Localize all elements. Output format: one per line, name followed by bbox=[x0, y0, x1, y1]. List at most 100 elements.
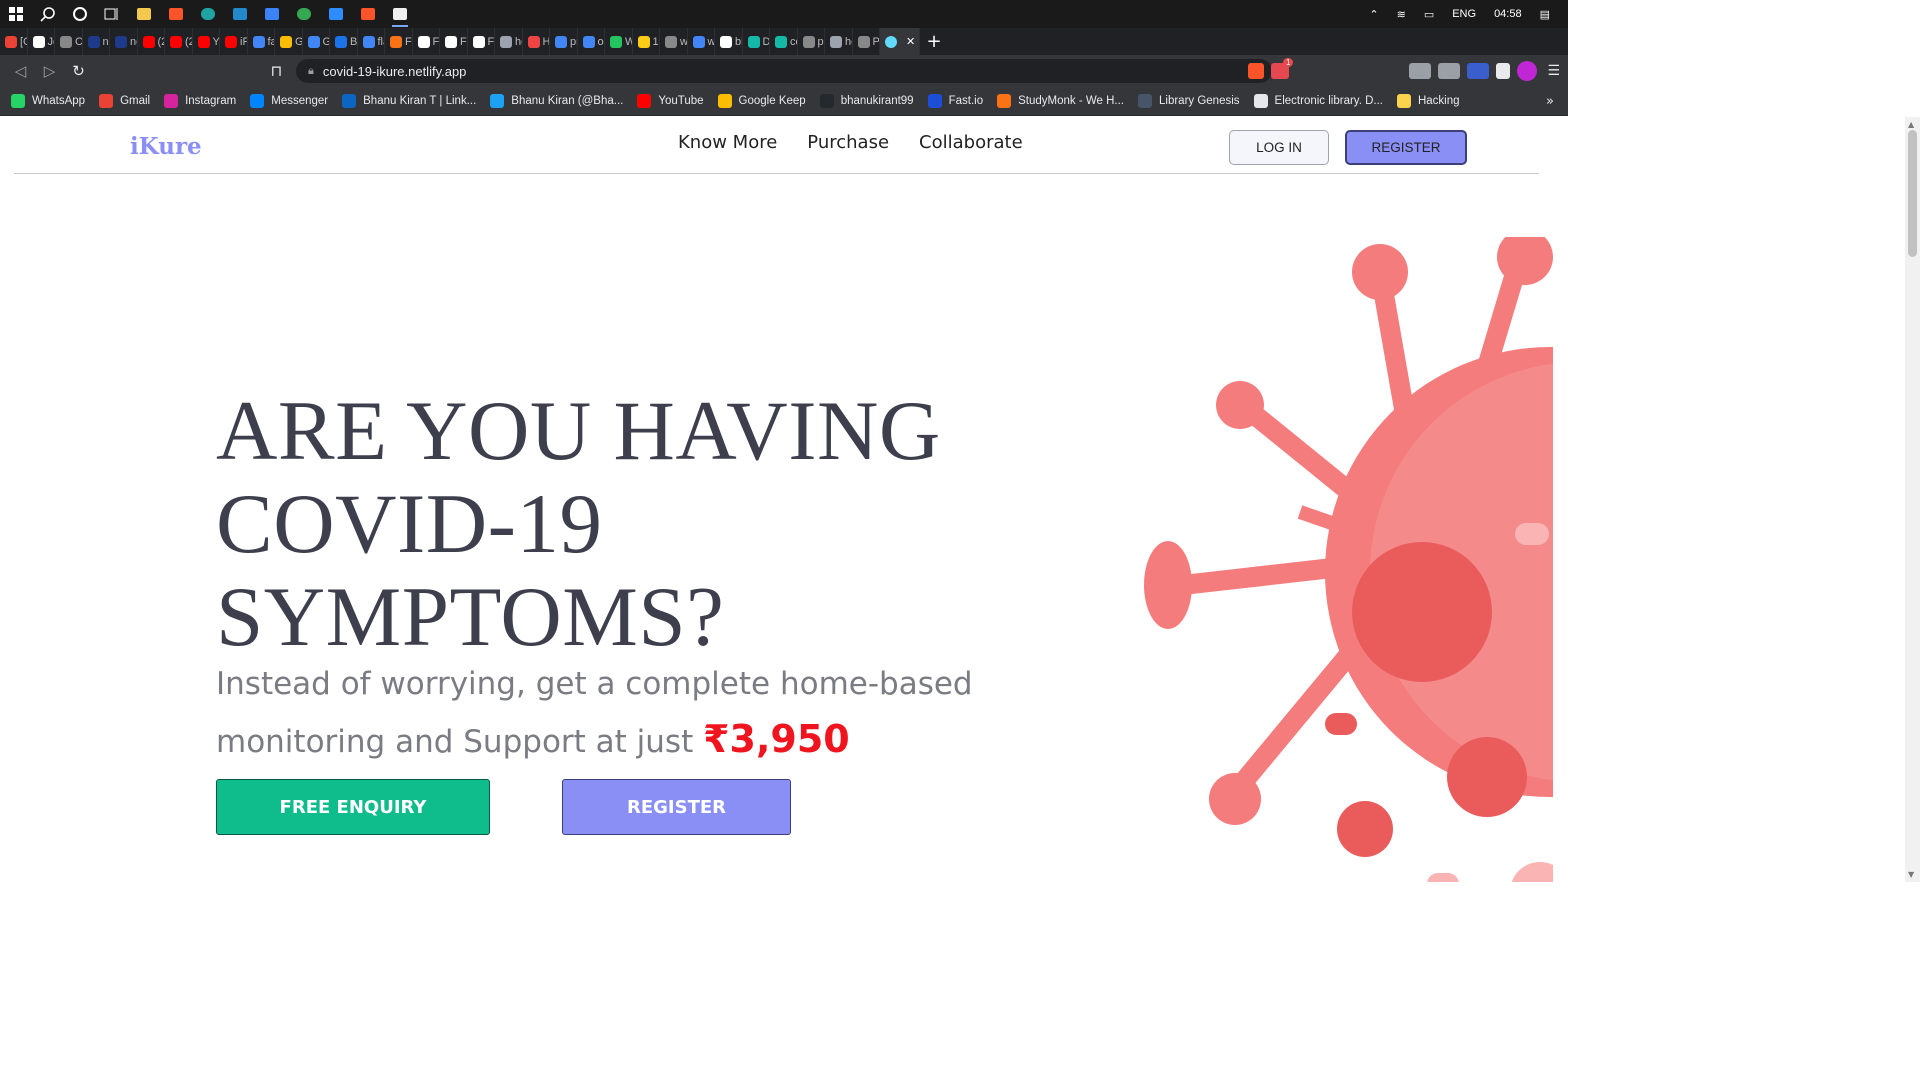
notifications-icon[interactable]: ▤ bbox=[1540, 8, 1550, 21]
browser-tab[interactable]: wv bbox=[660, 28, 688, 55]
chrome-icon[interactable] bbox=[288, 0, 320, 28]
browser-tab[interactable]: Gc bbox=[275, 28, 303, 55]
brave-rewards-icon[interactable]: 1 bbox=[1271, 58, 1294, 79]
extension-3-icon[interactable] bbox=[1467, 63, 1490, 79]
bookmark-item[interactable]: Fast.io bbox=[927, 94, 983, 108]
register-main-button[interactable]: REGISTER bbox=[562, 779, 791, 835]
bookmark-item[interactable]: bhanukirant99 bbox=[819, 94, 914, 108]
battery-icon[interactable]: ▭ bbox=[1424, 8, 1434, 21]
browser-tab[interactable]: Yo bbox=[193, 28, 220, 55]
bookmark-item[interactable]: StudyMonk - We H... bbox=[997, 94, 1124, 108]
browser-tab[interactable]: fla bbox=[358, 28, 385, 55]
bookmark-item[interactable]: Electronic library. D... bbox=[1253, 94, 1383, 108]
browser-tab[interactable]: (2 bbox=[138, 28, 165, 55]
browser-tab[interactable]: wh bbox=[688, 28, 715, 55]
brave-shields-icon[interactable] bbox=[1248, 63, 1265, 79]
bookmark-item[interactable]: Messenger bbox=[250, 94, 328, 108]
browser-tab[interactable]: co bbox=[770, 28, 798, 55]
browser-tab[interactable]: 10 bbox=[633, 28, 660, 55]
browser-tab[interactable]: bh bbox=[715, 28, 743, 55]
active-tab[interactable]: ✕ bbox=[880, 28, 920, 55]
lock-icon[interactable]: 🔒︎ bbox=[308, 65, 314, 78]
browser-tab[interactable]: Fla bbox=[385, 28, 413, 55]
nav-purchase[interactable]: Purchase bbox=[807, 132, 889, 153]
file-explorer-icon[interactable] bbox=[128, 0, 160, 28]
browser-tab[interactable]: [G bbox=[0, 28, 28, 55]
extension-2-icon[interactable] bbox=[1438, 63, 1461, 79]
close-tab-icon[interactable]: ✕ bbox=[906, 35, 915, 48]
vscode-icon[interactable] bbox=[224, 0, 256, 28]
restore-icon[interactable]: ❐ bbox=[1836, 34, 1878, 50]
bookmark-item[interactable]: Instagram bbox=[164, 94, 236, 108]
browser-tab[interactable]: iPl bbox=[220, 28, 248, 55]
windows-start-icon[interactable] bbox=[0, 0, 32, 28]
browser-tab[interactable]: Fla bbox=[440, 28, 468, 55]
hero-subtext: Instead of worrying, get a complete home… bbox=[216, 657, 996, 770]
close-window-icon[interactable]: ✕ bbox=[1878, 34, 1920, 50]
bookmark-item[interactable]: YouTube bbox=[637, 94, 704, 108]
browser-tab[interactable]: (2 bbox=[165, 28, 193, 55]
mail-icon[interactable] bbox=[256, 0, 288, 28]
bookmark-item[interactable]: Google Keep bbox=[717, 94, 806, 108]
bookmark-item[interactable]: Library Genesis bbox=[1138, 94, 1240, 108]
language-indicator[interactable]: ENG bbox=[1452, 8, 1476, 20]
back-icon[interactable]: ◁ bbox=[6, 62, 35, 80]
browser-tab[interactable]: Fla bbox=[413, 28, 440, 55]
browser-tab[interactable]: on bbox=[578, 28, 605, 55]
url-field[interactable]: 🔒︎ covid-19-ikure.netlify.app bbox=[296, 59, 1272, 83]
bookmark-item[interactable]: WhatsApp bbox=[11, 94, 85, 108]
browser-tab[interactable]: Pc bbox=[853, 28, 880, 55]
wifi-icon[interactable]: ≋ bbox=[1397, 8, 1406, 21]
profile-avatar[interactable] bbox=[1517, 61, 1538, 81]
brave-taskbar-icon[interactable] bbox=[160, 0, 192, 28]
browser-tab[interactable]: pr bbox=[798, 28, 825, 55]
clock[interactable]: 04:58 bbox=[1494, 8, 1522, 20]
chevron-up-icon[interactable]: ⌃ bbox=[1369, 8, 1378, 21]
scroll-down-icon[interactable]: ▼ bbox=[1908, 870, 1914, 879]
more-bookmarks-icon[interactable]: » bbox=[1546, 94, 1554, 109]
scrollbar-thumb[interactable] bbox=[1908, 130, 1917, 257]
page-scrollbar[interactable]: ▲ ▼ bbox=[1905, 117, 1920, 882]
cortana-icon[interactable] bbox=[64, 0, 96, 28]
login-button[interactable]: LOG IN bbox=[1229, 130, 1329, 165]
browser-tab[interactable]: ne bbox=[110, 28, 138, 55]
bookmark-item[interactable]: Gmail bbox=[99, 94, 150, 108]
forward-icon[interactable]: ▷ bbox=[35, 62, 64, 80]
task-view-icon[interactable] bbox=[96, 0, 128, 28]
search-icon[interactable] bbox=[32, 0, 64, 28]
scroll-up-icon[interactable]: ▲ bbox=[1908, 120, 1914, 129]
browser-tab[interactable]: ne bbox=[83, 28, 110, 55]
menu-icon[interactable]: ☰ bbox=[1547, 63, 1560, 79]
tab-search-icon[interactable]: ⬤ bbox=[1752, 34, 1794, 50]
bookmark-item[interactable]: Bhanu Kiran T | Link... bbox=[342, 94, 476, 108]
browser-tab[interactable]: W bbox=[605, 28, 633, 55]
browser-tab[interactable]: Jo bbox=[28, 28, 55, 55]
browser-tab[interactable]: ho bbox=[825, 28, 853, 55]
browser-tab[interactable]: fai bbox=[248, 28, 275, 55]
brave-active-icon[interactable] bbox=[384, 0, 416, 28]
minimize-icon[interactable]: – bbox=[1794, 34, 1836, 50]
browser-tab[interactable]: Hi bbox=[523, 28, 550, 55]
register-top-button[interactable]: REGISTER bbox=[1345, 130, 1467, 165]
puzzle-icon[interactable] bbox=[1496, 63, 1511, 79]
brave-icon[interactable] bbox=[352, 0, 384, 28]
free-enquiry-button[interactable]: FREE ENQUIRY bbox=[216, 779, 490, 835]
browser-tab[interactable]: Gc bbox=[303, 28, 330, 55]
site-logo[interactable]: iKure bbox=[130, 133, 202, 160]
browser-tab[interactable]: ho bbox=[495, 28, 523, 55]
bookmark-item[interactable]: Hacking bbox=[1396, 94, 1460, 108]
nav-collaborate[interactable]: Collaborate bbox=[919, 132, 1023, 153]
browser-tab[interactable]: pri bbox=[550, 28, 578, 55]
browser-tab[interactable]: CS bbox=[55, 28, 83, 55]
reload-icon[interactable]: ↻ bbox=[64, 62, 93, 80]
edge-icon[interactable] bbox=[192, 0, 224, 28]
zoom-icon[interactable] bbox=[320, 0, 352, 28]
extension-1-icon[interactable] bbox=[1409, 63, 1432, 79]
browser-tab[interactable]: Fla bbox=[468, 28, 495, 55]
bookmark-icon[interactable]: ⊓ bbox=[262, 62, 291, 80]
browser-tab[interactable]: BN bbox=[330, 28, 358, 55]
nav-know-more[interactable]: Know More bbox=[678, 132, 777, 153]
browser-tab[interactable]: Dc bbox=[743, 28, 770, 55]
new-tab-icon[interactable]: + bbox=[920, 31, 948, 52]
bookmark-item[interactable]: Bhanu Kiran (@Bha... bbox=[490, 94, 623, 108]
